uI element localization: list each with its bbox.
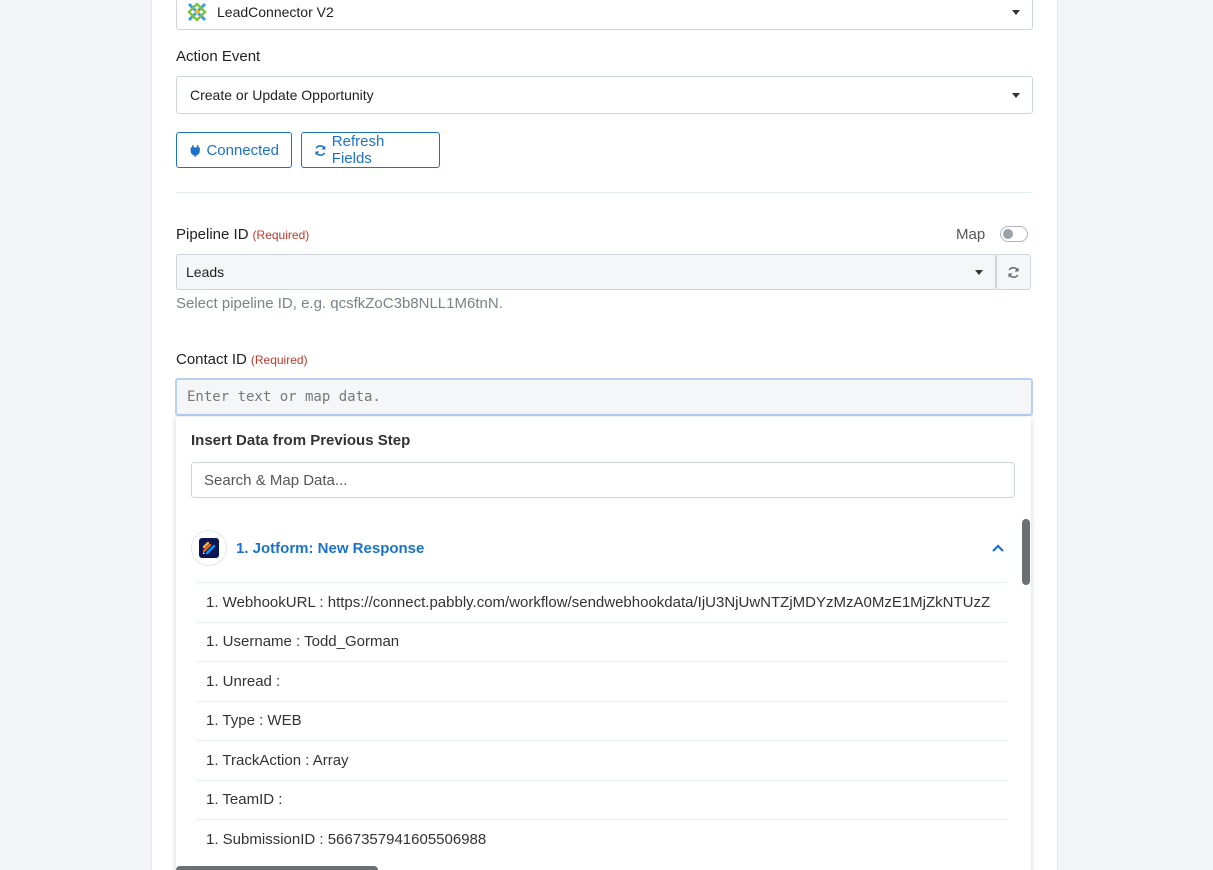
plug-icon <box>190 144 200 157</box>
required-badge: (Required) <box>250 353 308 367</box>
leadconnector-logo-icon <box>187 2 207 22</box>
refresh-icon <box>315 144 326 156</box>
pipeline-id-label: Pipeline ID (Required) <box>176 226 309 243</box>
map-toggle[interactable] <box>1000 226 1028 242</box>
action-event-value: Create or Update Opportunity <box>190 87 374 103</box>
connected-button-label: Connected <box>206 141 279 159</box>
section-divider <box>176 192 1033 193</box>
data-row-trackaction[interactable]: 1. TrackAction : Array <box>196 740 1007 780</box>
contact-id-input[interactable]: Enter text or map data. <box>175 378 1033 416</box>
required-badge: (Required) <box>252 228 310 242</box>
data-row-teamid[interactable]: 1. TeamID : <box>196 779 1007 820</box>
data-row-unread[interactable]: 1. Unread : <box>196 661 1007 701</box>
app-select[interactable]: LeadConnector V2 <box>176 0 1033 30</box>
chevron-down-icon <box>975 270 983 275</box>
toggle-knob <box>1003 229 1013 239</box>
data-row-webhookurl[interactable]: 1. WebhookURL : https://connect.pabbly.c… <box>196 582 1007 622</box>
data-row-username[interactable]: 1. Username : Todd_Gorman <box>196 621 1007 662</box>
insert-data-dropdown: Insert Data from Previous Step Search & … <box>176 417 1031 870</box>
chevron-down-icon <box>1012 10 1020 15</box>
refresh-icon <box>1008 266 1019 278</box>
pipeline-refresh-button[interactable] <box>996 254 1031 290</box>
jotform-logo-icon <box>191 530 227 566</box>
action-event-select[interactable]: Create or Update Opportunity <box>176 76 1033 114</box>
pipeline-id-value: Leads <box>186 264 225 280</box>
app-select-value: LeadConnector V2 <box>217 4 334 20</box>
data-rows-list: 1. WebhookURL : https://connect.pabbly.c… <box>196 582 1007 859</box>
horizontal-scrollbar[interactable] <box>176 866 378 870</box>
contact-id-label-text: Contact ID <box>176 351 247 368</box>
step-title: 1. Jotform: New Response <box>236 539 425 557</box>
insert-data-title: Insert Data from Previous Step <box>191 432 411 449</box>
action-event-label: Action Event <box>176 48 261 65</box>
step-header-jotform[interactable]: 1. Jotform: New Response <box>191 530 1006 566</box>
chevron-down-icon <box>1012 93 1020 98</box>
data-row-submissionid[interactable]: 1. SubmissionID : 5667357941605506988 <box>196 819 1007 859</box>
chevron-up-icon[interactable] <box>990 540 1006 556</box>
pipeline-id-help-text: Select pipeline ID, e.g. qcsfkZoC3b8NLL1… <box>176 295 503 312</box>
search-map-data-input[interactable]: Search & Map Data... <box>191 462 1015 498</box>
connected-button[interactable]: Connected <box>176 132 292 168</box>
refresh-fields-button[interactable]: Refresh Fields <box>301 132 440 168</box>
data-row-type[interactable]: 1. Type : WEB <box>196 700 1007 741</box>
pipeline-id-select[interactable]: Leads <box>176 254 996 290</box>
vertical-scrollbar[interactable] <box>1022 519 1030 585</box>
pipeline-id-label-text: Pipeline ID <box>176 226 249 243</box>
refresh-fields-button-label: Refresh Fields <box>331 133 385 167</box>
map-toggle-label: Map <box>956 226 986 243</box>
contact-id-label: Contact ID (Required) <box>176 351 308 368</box>
